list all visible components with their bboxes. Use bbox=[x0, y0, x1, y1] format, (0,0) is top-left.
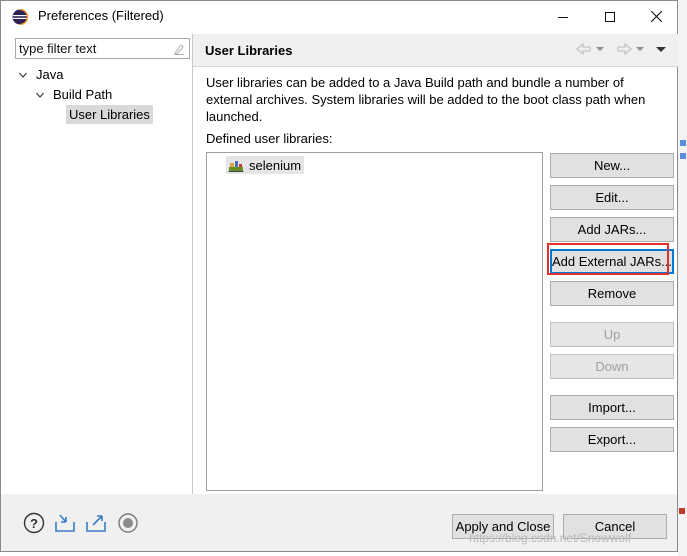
close-button[interactable] bbox=[633, 1, 679, 32]
background-window-edge bbox=[678, 0, 687, 556]
tree-item-label: User Libraries bbox=[66, 105, 153, 124]
maximize-icon bbox=[605, 11, 615, 22]
back-button[interactable] bbox=[576, 41, 605, 57]
view-menu-button[interactable] bbox=[655, 41, 667, 57]
edit-button[interactable]: Edit... bbox=[550, 185, 674, 210]
tree-item-build-path[interactable]: Build Path bbox=[34, 85, 115, 104]
chevron-down-icon[interactable] bbox=[17, 69, 29, 81]
view-menu-icon bbox=[656, 47, 666, 52]
highlight-annotation bbox=[547, 243, 669, 275]
chevron-down-icon[interactable] bbox=[595, 44, 605, 54]
watermark-text: https://blog.csdn.net/Snowwolf bbox=[469, 531, 632, 545]
tree-item-label: Build Path bbox=[53, 87, 113, 102]
up-button[interactable]: Up bbox=[550, 322, 674, 347]
eclipse-icon bbox=[12, 9, 28, 25]
tree-item-label: Java bbox=[36, 67, 64, 82]
tree-item-user-libraries[interactable]: User Libraries bbox=[66, 105, 153, 124]
maximize-button[interactable] bbox=[587, 1, 633, 32]
window-title: Preferences (Filtered) bbox=[38, 8, 164, 23]
new-button[interactable]: New... bbox=[550, 153, 674, 178]
filter-input[interactable] bbox=[16, 39, 166, 58]
close-icon bbox=[650, 11, 662, 22]
background-icon bbox=[680, 140, 686, 146]
export-preferences-icon[interactable] bbox=[85, 512, 107, 534]
record-icon[interactable] bbox=[117, 512, 139, 534]
forward-button[interactable] bbox=[616, 41, 645, 57]
page-title: User Libraries bbox=[205, 43, 293, 58]
background-icon bbox=[679, 508, 685, 514]
svg-text:?: ? bbox=[30, 516, 38, 531]
background-icon bbox=[680, 153, 686, 159]
chevron-down-icon[interactable] bbox=[635, 44, 645, 54]
help-icon[interactable]: ? bbox=[23, 512, 45, 534]
pane-divider[interactable] bbox=[192, 34, 193, 494]
preference-tree-pane: Java Build Path User Libraries bbox=[9, 34, 192, 494]
page-header: User Libraries bbox=[193, 34, 678, 67]
user-libraries-list[interactable]: selenium bbox=[206, 152, 543, 491]
preferences-dialog: Preferences (Filtered) Java bbox=[0, 0, 678, 552]
title-bar: Preferences (Filtered) bbox=[1, 1, 677, 32]
import-button[interactable]: Import... bbox=[550, 395, 674, 420]
minimize-icon bbox=[558, 16, 568, 18]
down-button[interactable]: Down bbox=[550, 354, 674, 379]
export-button[interactable]: Export... bbox=[550, 427, 674, 452]
tree-item-java[interactable]: Java bbox=[17, 65, 66, 84]
defined-libraries-label: Defined user libraries: bbox=[206, 131, 333, 146]
chevron-down-icon[interactable] bbox=[34, 89, 46, 101]
back-arrow-icon bbox=[576, 42, 591, 56]
page-description: User libraries can be added to a Java Bu… bbox=[206, 75, 646, 124]
forward-arrow-icon bbox=[617, 42, 632, 56]
filter-field[interactable] bbox=[15, 38, 190, 59]
minimize-button[interactable] bbox=[540, 1, 586, 32]
library-name: selenium bbox=[249, 157, 302, 173]
library-icon bbox=[228, 161, 244, 172]
add-jars-button[interactable]: Add JARs... bbox=[550, 217, 674, 242]
import-preferences-icon[interactable] bbox=[54, 512, 76, 534]
remove-button[interactable]: Remove bbox=[550, 281, 674, 306]
clear-filter-icon[interactable] bbox=[172, 42, 186, 56]
list-item-library[interactable]: selenium bbox=[226, 156, 305, 174]
